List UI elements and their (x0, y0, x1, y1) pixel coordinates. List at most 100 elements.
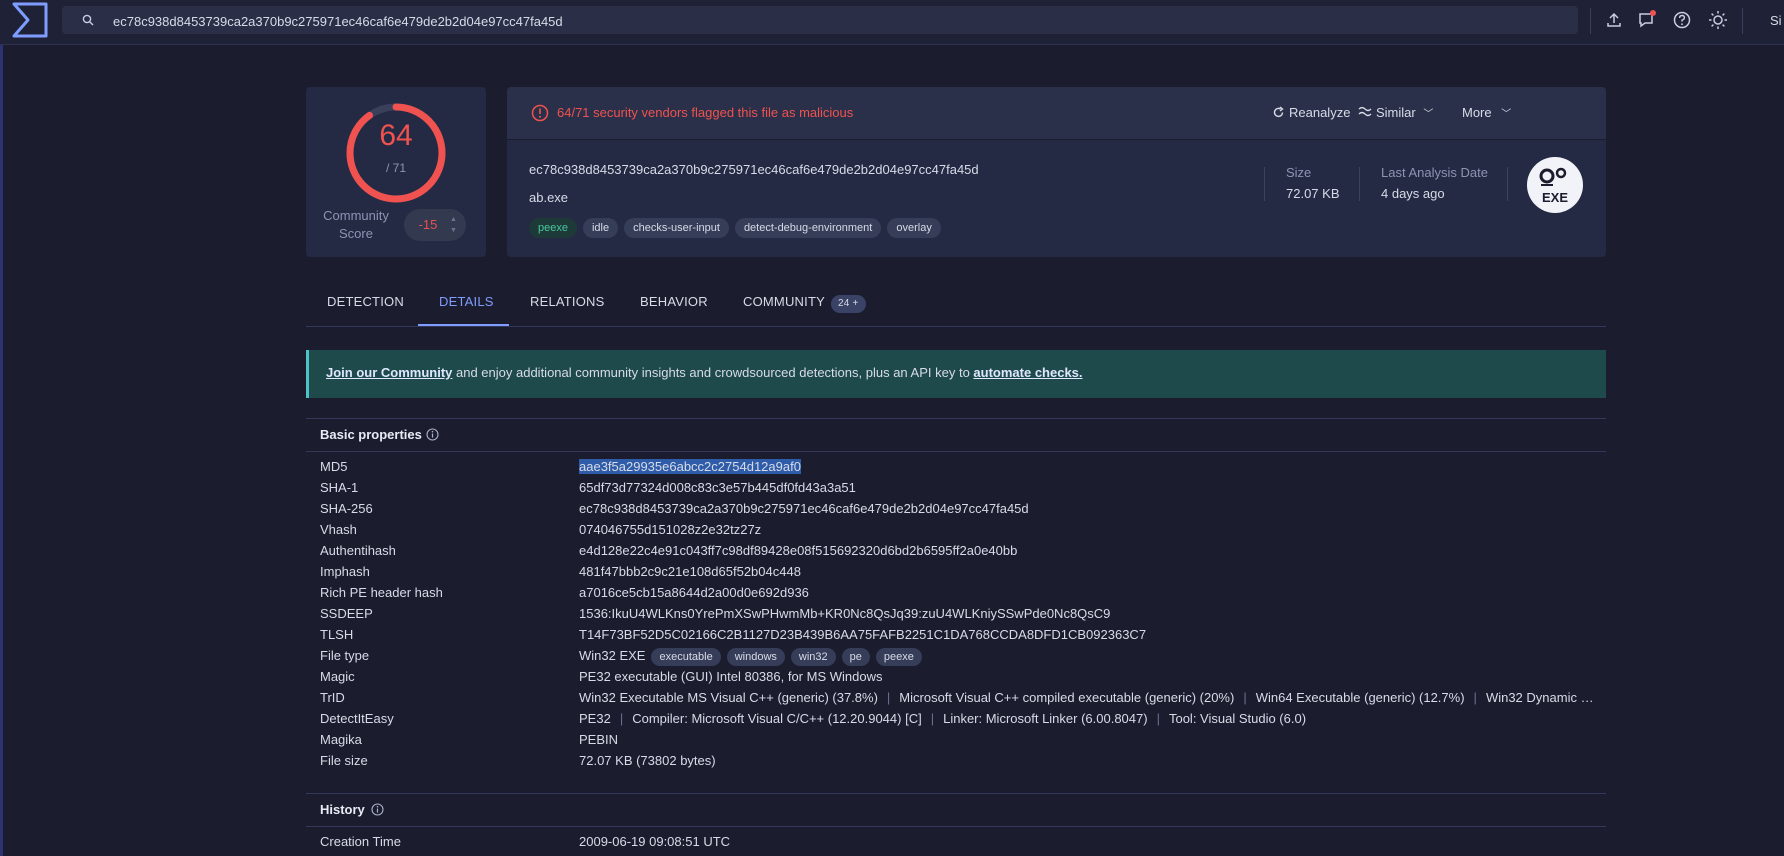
tab-community[interactable]: COMMUNITY 24 + (743, 294, 866, 313)
banner-middle-text: and enjoy additional community insights … (452, 365, 974, 380)
active-tab-indicator (418, 324, 509, 326)
property-key: Authentihash (320, 543, 396, 558)
property-value[interactable]: 2009-06-19 09:08:51 UTC (579, 834, 1599, 849)
property-value[interactable]: PE32 executable (GUI) Intel 80386, for M… (579, 669, 1599, 684)
similar-label: Similar (1376, 105, 1416, 120)
separator: | (930, 711, 935, 726)
property-value[interactable]: 65df73d77324d008c83c3e57b445df0fd43a3a51 (579, 480, 1599, 495)
filetype-tag[interactable]: windows (726, 648, 785, 666)
filetype-tag[interactable]: executable (651, 648, 721, 666)
vote-up-icon[interactable]: ▲ (450, 216, 457, 223)
chevron-down-icon: ﹀ (1501, 109, 1512, 120)
filetype-tag[interactable]: win32 (790, 648, 836, 666)
filetype-tag[interactable]: pe (841, 648, 870, 666)
vote-down-icon[interactable]: ▼ (450, 227, 457, 234)
md5-value[interactable]: aae3f5a29935e6abcc2c2754d12a9af0 (579, 459, 801, 474)
property-value[interactable]: 074046755d151028z2e32tz27z (579, 522, 1599, 537)
filetype-tag[interactable]: peexe (875, 648, 922, 666)
community-label-line2: Score (339, 226, 373, 241)
meta-divider (1359, 167, 1360, 201)
community-score-pill[interactable]: -15 ▲ ▼ (404, 209, 466, 241)
reanalyze-button[interactable]: Reanalyze (1272, 105, 1350, 120)
virustotal-logo-icon[interactable] (8, 2, 52, 38)
property-key: File type (320, 648, 370, 663)
property-value[interactable]: aae3f5a29935e6abcc2c2754d12a9af0 (579, 459, 1599, 474)
top-bar: Si (0, 0, 1784, 45)
property-value[interactable]: e4d128e22c4e91c043ff7c98df89428e08f51569… (579, 543, 1599, 558)
trid-entry: Win64 Executable (generic) (12.7%) (1255, 690, 1465, 705)
help-icon[interactable] (1672, 10, 1692, 30)
file-hash[interactable]: ec78c938d8453739ca2a370b9c275971ec46caf6… (529, 162, 979, 177)
trid-entry: Win32 Dynamic Lin… (1485, 690, 1599, 705)
upload-icon[interactable] (1604, 10, 1624, 30)
info-icon[interactable] (426, 428, 439, 441)
property-value[interactable]: ec78c938d8453739ca2a370b9c275971ec46caf6… (579, 501, 1599, 516)
left-edge-accent (0, 0, 3, 856)
file-summary-card: 64/71 security vendors flagged this file… (507, 87, 1606, 257)
tag-idle[interactable]: idle (582, 218, 619, 238)
similar-icon (1358, 106, 1372, 117)
property-value[interactable]: 72.07 KB (73802 bytes) (579, 753, 1599, 768)
alert-icon (531, 104, 549, 122)
separator: | (886, 690, 891, 705)
info-icon[interactable] (371, 803, 384, 816)
detection-score-card: 64 / 71 Community Score -15 ▲ ▼ (306, 87, 486, 257)
automate-checks-link[interactable]: automate checks. (973, 365, 1082, 380)
history-row-creation-time: Creation Time 2009-06-19 09:08:51 UTC (306, 832, 1606, 853)
die-entry: PE32 (579, 711, 611, 726)
property-row-tlsh: TLSH T14F73BF52D5C02166C2B1127D23B439B6A… (306, 625, 1606, 646)
property-row-file-size: File size 72.07 KB (73802 bytes) (306, 751, 1606, 772)
sign-in-link[interactable]: Si (1770, 13, 1782, 28)
tab-behavior[interactable]: BEHAVIOR (640, 294, 708, 309)
search-icon (82, 14, 94, 26)
property-key: Creation Time (320, 834, 401, 849)
property-value: Win32 EXE executable windows win32 pe peexe (579, 648, 1599, 666)
similar-button[interactable]: Similar ﹀ (1358, 105, 1433, 120)
property-value[interactable]: Win32 Executable MS Visual C++ (generic)… (579, 690, 1599, 705)
property-key: MD5 (320, 459, 348, 474)
property-value[interactable]: 1536:IkuU4WLKns0YrePmXSwPHwmMb+KR0Nc8QsJ… (579, 606, 1599, 621)
notifications-chat-icon[interactable] (1637, 10, 1657, 30)
property-row-magic: Magic PE32 executable (GUI) Intel 80386,… (306, 667, 1606, 688)
separator: | (619, 711, 624, 726)
property-row-sha256: SHA-256 ec78c938d8453739ca2a370b9c275971… (306, 499, 1606, 520)
tab-details[interactable]: DETAILS (439, 294, 494, 309)
die-entry: Compiler: Microsoft Visual C/C++ (12.20.… (632, 711, 922, 726)
tag-checks-user-input[interactable]: checks-user-input (624, 218, 729, 238)
meta-divider (1507, 167, 1508, 201)
svg-text:EXE: EXE (1542, 190, 1568, 205)
property-row-magika: Magika PEBIN (306, 730, 1606, 751)
property-key: SSDEEP (320, 606, 373, 621)
tag-overlay[interactable]: overlay (887, 218, 941, 238)
property-key: Magika (320, 732, 362, 747)
property-value[interactable]: PEBIN (579, 732, 1599, 747)
more-button[interactable]: More ﹀ (1462, 105, 1511, 120)
property-value[interactable]: T14F73BF52D5C02166C2B1127D23B439B6AA75FA… (579, 627, 1599, 642)
detection-count: 64 (379, 119, 413, 152)
tag-detect-debug-environment[interactable]: detect-debug-environment (734, 218, 882, 238)
size-value: 72.07 KB (1286, 186, 1340, 201)
join-community-link[interactable]: Join our Community (326, 365, 452, 380)
tab-community-label: COMMUNITY (743, 294, 825, 309)
property-value[interactable]: 481f47bbb2c9c21e108d65f52b04c448 (579, 564, 1599, 579)
tab-detection[interactable]: DETECTION (327, 294, 404, 309)
property-key: File size (320, 753, 368, 768)
meta-divider (1264, 167, 1265, 201)
theme-sun-icon[interactable] (1708, 10, 1728, 30)
community-banner: Join our Community and enjoy additional … (306, 350, 1606, 398)
community-score-value: -15 (418, 217, 438, 232)
property-key: Vhash (320, 522, 357, 537)
die-entry: Tool: Visual Studio (6.0) (1168, 711, 1307, 726)
tab-relations[interactable]: RELATIONS (530, 294, 605, 309)
last-analysis-label: Last Analysis Date (1381, 165, 1488, 180)
property-value[interactable]: a7016ce5cb15a8644d2a00d0e692d936 (579, 585, 1599, 600)
property-key: Imphash (320, 564, 370, 579)
tag-peexe[interactable]: peexe (529, 218, 577, 238)
search-input[interactable] (111, 6, 1565, 36)
property-key: TrID (320, 690, 345, 705)
property-value[interactable]: PE32 | Compiler: Microsoft Visual C/C++ (1… (579, 711, 1599, 726)
chevron-down-icon: ﹀ (1423, 109, 1434, 120)
malicious-alert-text: 64/71 security vendors flagged this file… (557, 105, 854, 120)
history-title: History (320, 802, 365, 817)
trid-entry: Win32 Executable MS Visual C++ (generic)… (579, 690, 878, 705)
